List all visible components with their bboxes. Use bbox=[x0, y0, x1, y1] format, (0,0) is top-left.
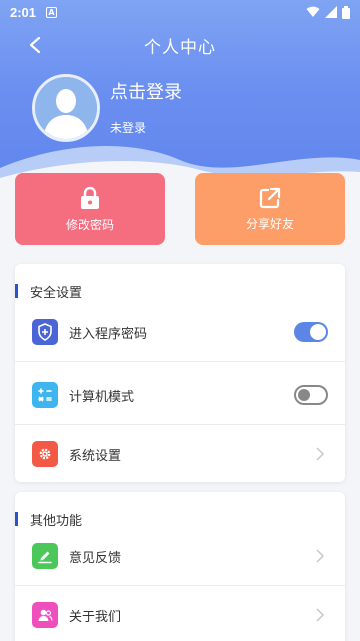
row-about-us[interactable]: 关于我们 bbox=[15, 585, 345, 641]
row-system-settings[interactable]: 系统设置 bbox=[15, 424, 345, 484]
app-password-toggle[interactable] bbox=[294, 322, 328, 342]
login-link[interactable]: 点击登录 bbox=[110, 78, 182, 104]
wifi-icon bbox=[306, 6, 320, 17]
page-title: 个人中心 bbox=[144, 37, 216, 58]
status-time: 2:01 bbox=[10, 4, 37, 20]
shield-icon bbox=[32, 319, 58, 345]
row-feedback-label: 意见反馈 bbox=[69, 550, 122, 566]
toggle-knob bbox=[310, 324, 326, 340]
user-silhouette-icon bbox=[35, 77, 97, 139]
login-status: 未登录 bbox=[110, 121, 147, 135]
signal-icon bbox=[325, 6, 337, 18]
share-icon bbox=[259, 187, 281, 208]
row-app-password[interactable]: 进入程序密码 bbox=[15, 302, 345, 362]
settings-gear-icon bbox=[32, 441, 58, 467]
chevron-right-icon bbox=[316, 608, 325, 622]
change-password-label: 修改密码 bbox=[65, 217, 114, 232]
toggle-knob bbox=[298, 389, 310, 401]
edit-feedback-icon bbox=[32, 543, 58, 569]
back-arrow-icon bbox=[29, 36, 41, 54]
avatar[interactable] bbox=[32, 74, 100, 142]
nav-bar: 个人中心 bbox=[0, 28, 360, 62]
security-settings-card: 安全设置 进入程序密码 计算机模式 系统设置 bbox=[15, 264, 345, 482]
change-password-button[interactable]: 修改密码 bbox=[15, 173, 165, 245]
about-users-icon bbox=[32, 602, 58, 628]
row-calculator-mode[interactable]: 计算机模式 bbox=[15, 365, 345, 425]
row-system-settings-label: 系统设置 bbox=[69, 448, 122, 464]
notification-icon: A bbox=[46, 6, 58, 18]
share-friends-button[interactable]: 分享好友 bbox=[195, 173, 345, 245]
other-functions-card: 其他功能 意见反馈 关于我们 bbox=[15, 492, 345, 641]
divider bbox=[15, 361, 345, 362]
battery-icon bbox=[342, 5, 350, 19]
status-bar: 2:01 A bbox=[0, 0, 360, 24]
lock-icon bbox=[81, 186, 99, 209]
share-friends-label: 分享好友 bbox=[245, 216, 294, 231]
row-feedback[interactable]: 意见反馈 bbox=[15, 526, 345, 586]
section-accent-bar bbox=[15, 512, 18, 526]
back-button[interactable] bbox=[22, 32, 48, 58]
chevron-right-icon bbox=[316, 549, 325, 563]
section-accent-bar bbox=[15, 284, 18, 298]
chevron-right-icon bbox=[316, 447, 325, 461]
row-app-password-label: 进入程序密码 bbox=[69, 326, 148, 342]
security-section-label: 安全设置 bbox=[30, 285, 83, 301]
row-about-us-label: 关于我们 bbox=[69, 609, 122, 625]
row-calculator-mode-label: 计算机模式 bbox=[69, 389, 135, 405]
calculator-mode-toggle[interactable] bbox=[294, 385, 328, 405]
calculator-icon bbox=[32, 382, 58, 408]
security-section-title: 安全设置 bbox=[15, 282, 83, 301]
